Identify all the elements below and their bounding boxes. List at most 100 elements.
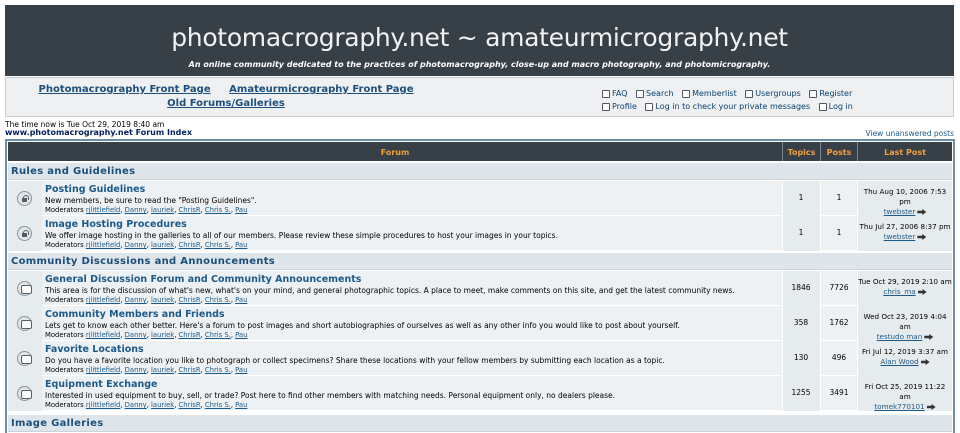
moderator-link[interactable]: lauriek: [151, 206, 174, 214]
moderator-link[interactable]: lauriek: [151, 331, 174, 339]
last-post: Fri Jul 12, 2019 3:37 am Alan Wood: [858, 347, 952, 367]
login-link[interactable]: Log in: [818, 102, 853, 111]
forum-row: Image Hosting Procedures We offer image h…: [8, 216, 952, 251]
moderator-link[interactable]: Danny: [125, 331, 147, 339]
moderator-link[interactable]: ChrisR: [179, 401, 201, 409]
private-messages-link[interactable]: Log in to check your private messages: [645, 102, 810, 111]
moderator-link[interactable]: rjlittlefield: [86, 331, 121, 339]
moderator-link[interactable]: lauriek: [151, 366, 174, 374]
last-post-user-link[interactable]: testudo man: [877, 332, 923, 341]
moderator-link[interactable]: rjlittlefield: [86, 401, 121, 409]
category-row[interactable]: Image Galleries: [8, 414, 952, 432]
profile-link[interactable]: Profile: [602, 102, 637, 111]
posts-count: 7726: [829, 283, 849, 292]
moderator-link[interactable]: Chris S.: [205, 401, 231, 409]
old-forums-link[interactable]: Old Forums/Galleries: [167, 98, 285, 109]
moderator-link[interactable]: rjlittlefield: [86, 241, 121, 249]
moderator-link[interactable]: rjlittlefield: [86, 366, 121, 374]
moderator-link[interactable]: Chris S.: [205, 206, 231, 214]
login-icon: [818, 102, 827, 111]
last-post: Wed Oct 23, 2019 4:04 am testudo man: [858, 312, 952, 342]
moderator-link[interactable]: Danny: [125, 401, 147, 409]
view-latest-post-icon[interactable]: [924, 334, 934, 340]
last-post-user: Alan Wood: [858, 357, 952, 367]
search-link[interactable]: Search: [636, 89, 674, 98]
last-post-user-link[interactable]: chris_ma: [883, 287, 915, 296]
moderator-link[interactable]: Chris S.: [205, 331, 231, 339]
moderator-link[interactable]: ChrisR: [179, 241, 201, 249]
view-latest-post-icon[interactable]: [926, 404, 936, 410]
moderator-link[interactable]: rjlittlefield: [86, 206, 121, 214]
front-page-links: Photomacrography Front Page Amateurmicro…: [6, 84, 446, 112]
moderator-link[interactable]: lauriek: [151, 401, 174, 409]
moderator-link[interactable]: Danny: [125, 366, 147, 374]
moderator-link[interactable]: Chris S.: [205, 241, 231, 249]
unanswered-posts-link[interactable]: View unanswered posts: [866, 129, 954, 138]
moderator-link[interactable]: Danny: [125, 296, 147, 304]
forum-title-link[interactable]: Posting Guidelines: [45, 184, 145, 195]
category-title[interactable]: Community Discussions and Announcements: [11, 256, 275, 267]
moderator-link[interactable]: ChrisR: [179, 206, 201, 214]
moderator-link[interactable]: Pau: [235, 296, 247, 304]
moderators-label: Moderators: [45, 401, 84, 409]
memberlist-link[interactable]: Memberlist: [682, 89, 737, 98]
breadcrumb: www.photomacrography.net Forum Index: [5, 128, 192, 137]
category-title[interactable]: Rules and Guidelines: [11, 166, 135, 177]
last-post-user-link[interactable]: twebster: [884, 207, 916, 216]
profile-label: Profile: [612, 102, 637, 111]
category-row[interactable]: Rules and Guidelines: [8, 162, 952, 180]
category-row[interactable]: Community Discussions and Announcements: [8, 252, 952, 270]
category-title[interactable]: Image Galleries: [11, 418, 104, 429]
view-latest-post-icon[interactable]: [917, 234, 927, 240]
moderator-link[interactable]: ChrisR: [179, 331, 201, 339]
moderator-link[interactable]: Chris S.: [205, 366, 231, 374]
moderators-label: Moderators: [45, 206, 84, 214]
moderator-link[interactable]: Pau: [235, 401, 247, 409]
view-latest-post-icon[interactable]: [917, 209, 927, 215]
forum-table-header: Forum Topics Posts Last Post: [8, 142, 952, 161]
forum-title-link[interactable]: General Discussion Forum and Community A…: [45, 274, 361, 285]
amateurmicrography-front-page-link[interactable]: Amateurmicrography Front Page: [229, 84, 413, 95]
site-title[interactable]: photomacrography.net ~ amateurmicrograph…: [5, 23, 954, 52]
last-post-date: Fri Oct 25, 2019 11:22 am: [864, 382, 946, 401]
forum-moderators: Moderators rjlittlefield, Danny, lauriek…: [45, 206, 248, 214]
last-post-user-link[interactable]: tomek770101: [874, 402, 924, 411]
posts-count: 496: [831, 353, 847, 362]
moderator-link[interactable]: Pau: [235, 241, 247, 249]
last-post: Fri Oct 25, 2019 11:22 am tomek770101: [858, 382, 952, 412]
forum-title-link[interactable]: Community Members and Friends: [45, 309, 225, 320]
register-link[interactable]: Register: [809, 89, 852, 98]
forum-title-link[interactable]: Image Hosting Procedures: [45, 219, 187, 230]
forum-row: Favorite Locations Do you have a favorite…: [8, 341, 952, 376]
forum-description: Lets get to know each other better. Here…: [45, 321, 680, 330]
moderator-link[interactable]: ChrisR: [179, 296, 201, 304]
forum-index-link[interactable]: www.photomacrography.net Forum Index: [5, 128, 192, 137]
moderator-link[interactable]: Pau: [235, 331, 247, 339]
last-post-user: twebster: [858, 232, 952, 242]
forum-title-link[interactable]: Equipment Exchange: [45, 379, 158, 390]
moderator-link[interactable]: Danny: [125, 206, 147, 214]
view-latest-post-icon[interactable]: [917, 289, 927, 295]
last-post-user-link[interactable]: twebster: [884, 232, 916, 241]
moderator-link[interactable]: Chris S.: [205, 296, 231, 304]
moderator-link[interactable]: lauriek: [151, 241, 174, 249]
last-post-user-link[interactable]: Alan Wood: [880, 357, 918, 366]
usergroups-link[interactable]: Usergroups: [745, 89, 801, 98]
faq-link[interactable]: FAQ: [602, 89, 628, 98]
forum-description: New members, be sure to read the "Postin…: [45, 196, 257, 205]
moderators-label: Moderators: [45, 296, 84, 304]
moderator-link[interactable]: lauriek: [151, 296, 174, 304]
moderator-link[interactable]: Danny: [125, 241, 147, 249]
moderator-link[interactable]: rjlittlefield: [86, 296, 121, 304]
forum-row: Equipment Exchange Interested in used equ…: [8, 376, 952, 411]
last-post-date: Fri Jul 12, 2019 3:37 am: [862, 347, 948, 356]
page: photomacrography.net ~ amateurmicrograph…: [0, 0, 960, 433]
moderator-link[interactable]: ChrisR: [179, 366, 201, 374]
moderator-link[interactable]: Pau: [235, 206, 247, 214]
header-forum: Forum: [380, 148, 410, 157]
photomacrography-front-page-link[interactable]: Photomacrography Front Page: [39, 84, 211, 95]
view-latest-post-icon[interactable]: [920, 359, 930, 365]
moderator-link[interactable]: Pau: [235, 366, 247, 374]
topics-count: 1: [798, 193, 804, 202]
forum-title-link[interactable]: Favorite Locations: [45, 344, 144, 355]
